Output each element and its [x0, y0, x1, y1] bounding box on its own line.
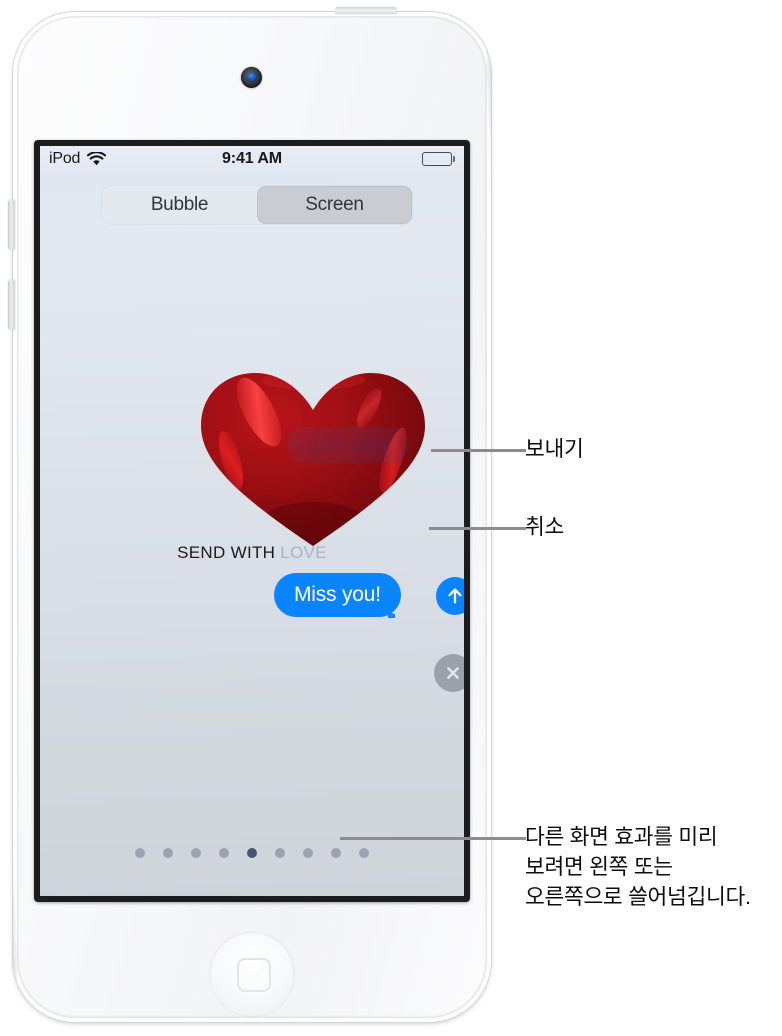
balloon-reflected-bubble: Miss you! — [287, 427, 409, 463]
message-bubble-tail — [388, 600, 406, 618]
page-dot[interactable] — [135, 848, 145, 858]
device-screen: iPod 9:41 AM Bubble Screen Miss you! SEN… — [40, 146, 464, 896]
effect-name-primary: SEND WITH — [177, 543, 276, 562]
home-button[interactable] — [210, 932, 294, 1016]
callout-leader-cancel — [429, 527, 526, 530]
device-screen-frame: iPod 9:41 AM Bubble Screen Miss you! SEN… — [34, 140, 470, 902]
callout-label-swipe-line-3: 오른쪽으로 쓸어넘깁니다. — [525, 885, 751, 909]
cancel-button[interactable] — [434, 654, 464, 692]
effect-name-label: SEND WITH LOVE — [40, 543, 464, 563]
page-dots[interactable] — [40, 848, 464, 858]
status-bar: iPod 9:41 AM — [40, 146, 464, 172]
volume-down-button[interactable] — [8, 280, 15, 330]
effect-name-secondary: LOVE — [280, 543, 327, 562]
page-dot[interactable] — [163, 848, 173, 858]
callout-leader-send — [431, 449, 526, 452]
page-dot[interactable] — [303, 848, 313, 858]
page-dot[interactable] — [219, 848, 229, 858]
callout-label-swipe-line-2: 보려면 왼쪽 또는 — [525, 855, 673, 879]
volume-up-button[interactable] — [8, 200, 15, 250]
home-square-icon — [237, 958, 271, 992]
page-dot[interactable] — [191, 848, 201, 858]
message-text: Miss you! — [294, 583, 381, 606]
status-time: 9:41 AM — [221, 150, 283, 167]
page-dot[interactable] — [275, 848, 285, 858]
message-bubble: Miss you! — [274, 573, 401, 617]
effect-type-segmented-control[interactable]: Bubble Screen — [102, 186, 412, 224]
callout-label-swipe: 다른 화면 효과를 미리 보려면 왼쪽 또는 오른쪽으로 쓸어넘깁니다. — [525, 822, 751, 912]
page-dot-active[interactable] — [247, 848, 257, 858]
callout-label-send: 보내기 — [525, 437, 584, 461]
tab-bubble[interactable]: Bubble — [102, 186, 257, 224]
arrow-up-icon — [448, 588, 462, 604]
page-dot[interactable] — [331, 848, 341, 858]
send-button[interactable] — [436, 577, 464, 615]
ipod-touch-device: iPod 9:41 AM Bubble Screen Miss you! SEN… — [8, 7, 491, 1022]
close-x-icon — [447, 667, 459, 679]
callout-leader-swipe — [340, 837, 526, 840]
sleep-wake-button[interactable] — [335, 7, 397, 14]
camera-lens — [248, 73, 256, 81]
tab-screen[interactable]: Screen — [257, 186, 412, 224]
page-dot[interactable] — [359, 848, 369, 858]
callout-label-swipe-line-1: 다른 화면 효과를 미리 — [525, 825, 718, 849]
front-camera-icon — [241, 67, 262, 88]
callout-label-cancel: 취소 — [525, 515, 564, 539]
